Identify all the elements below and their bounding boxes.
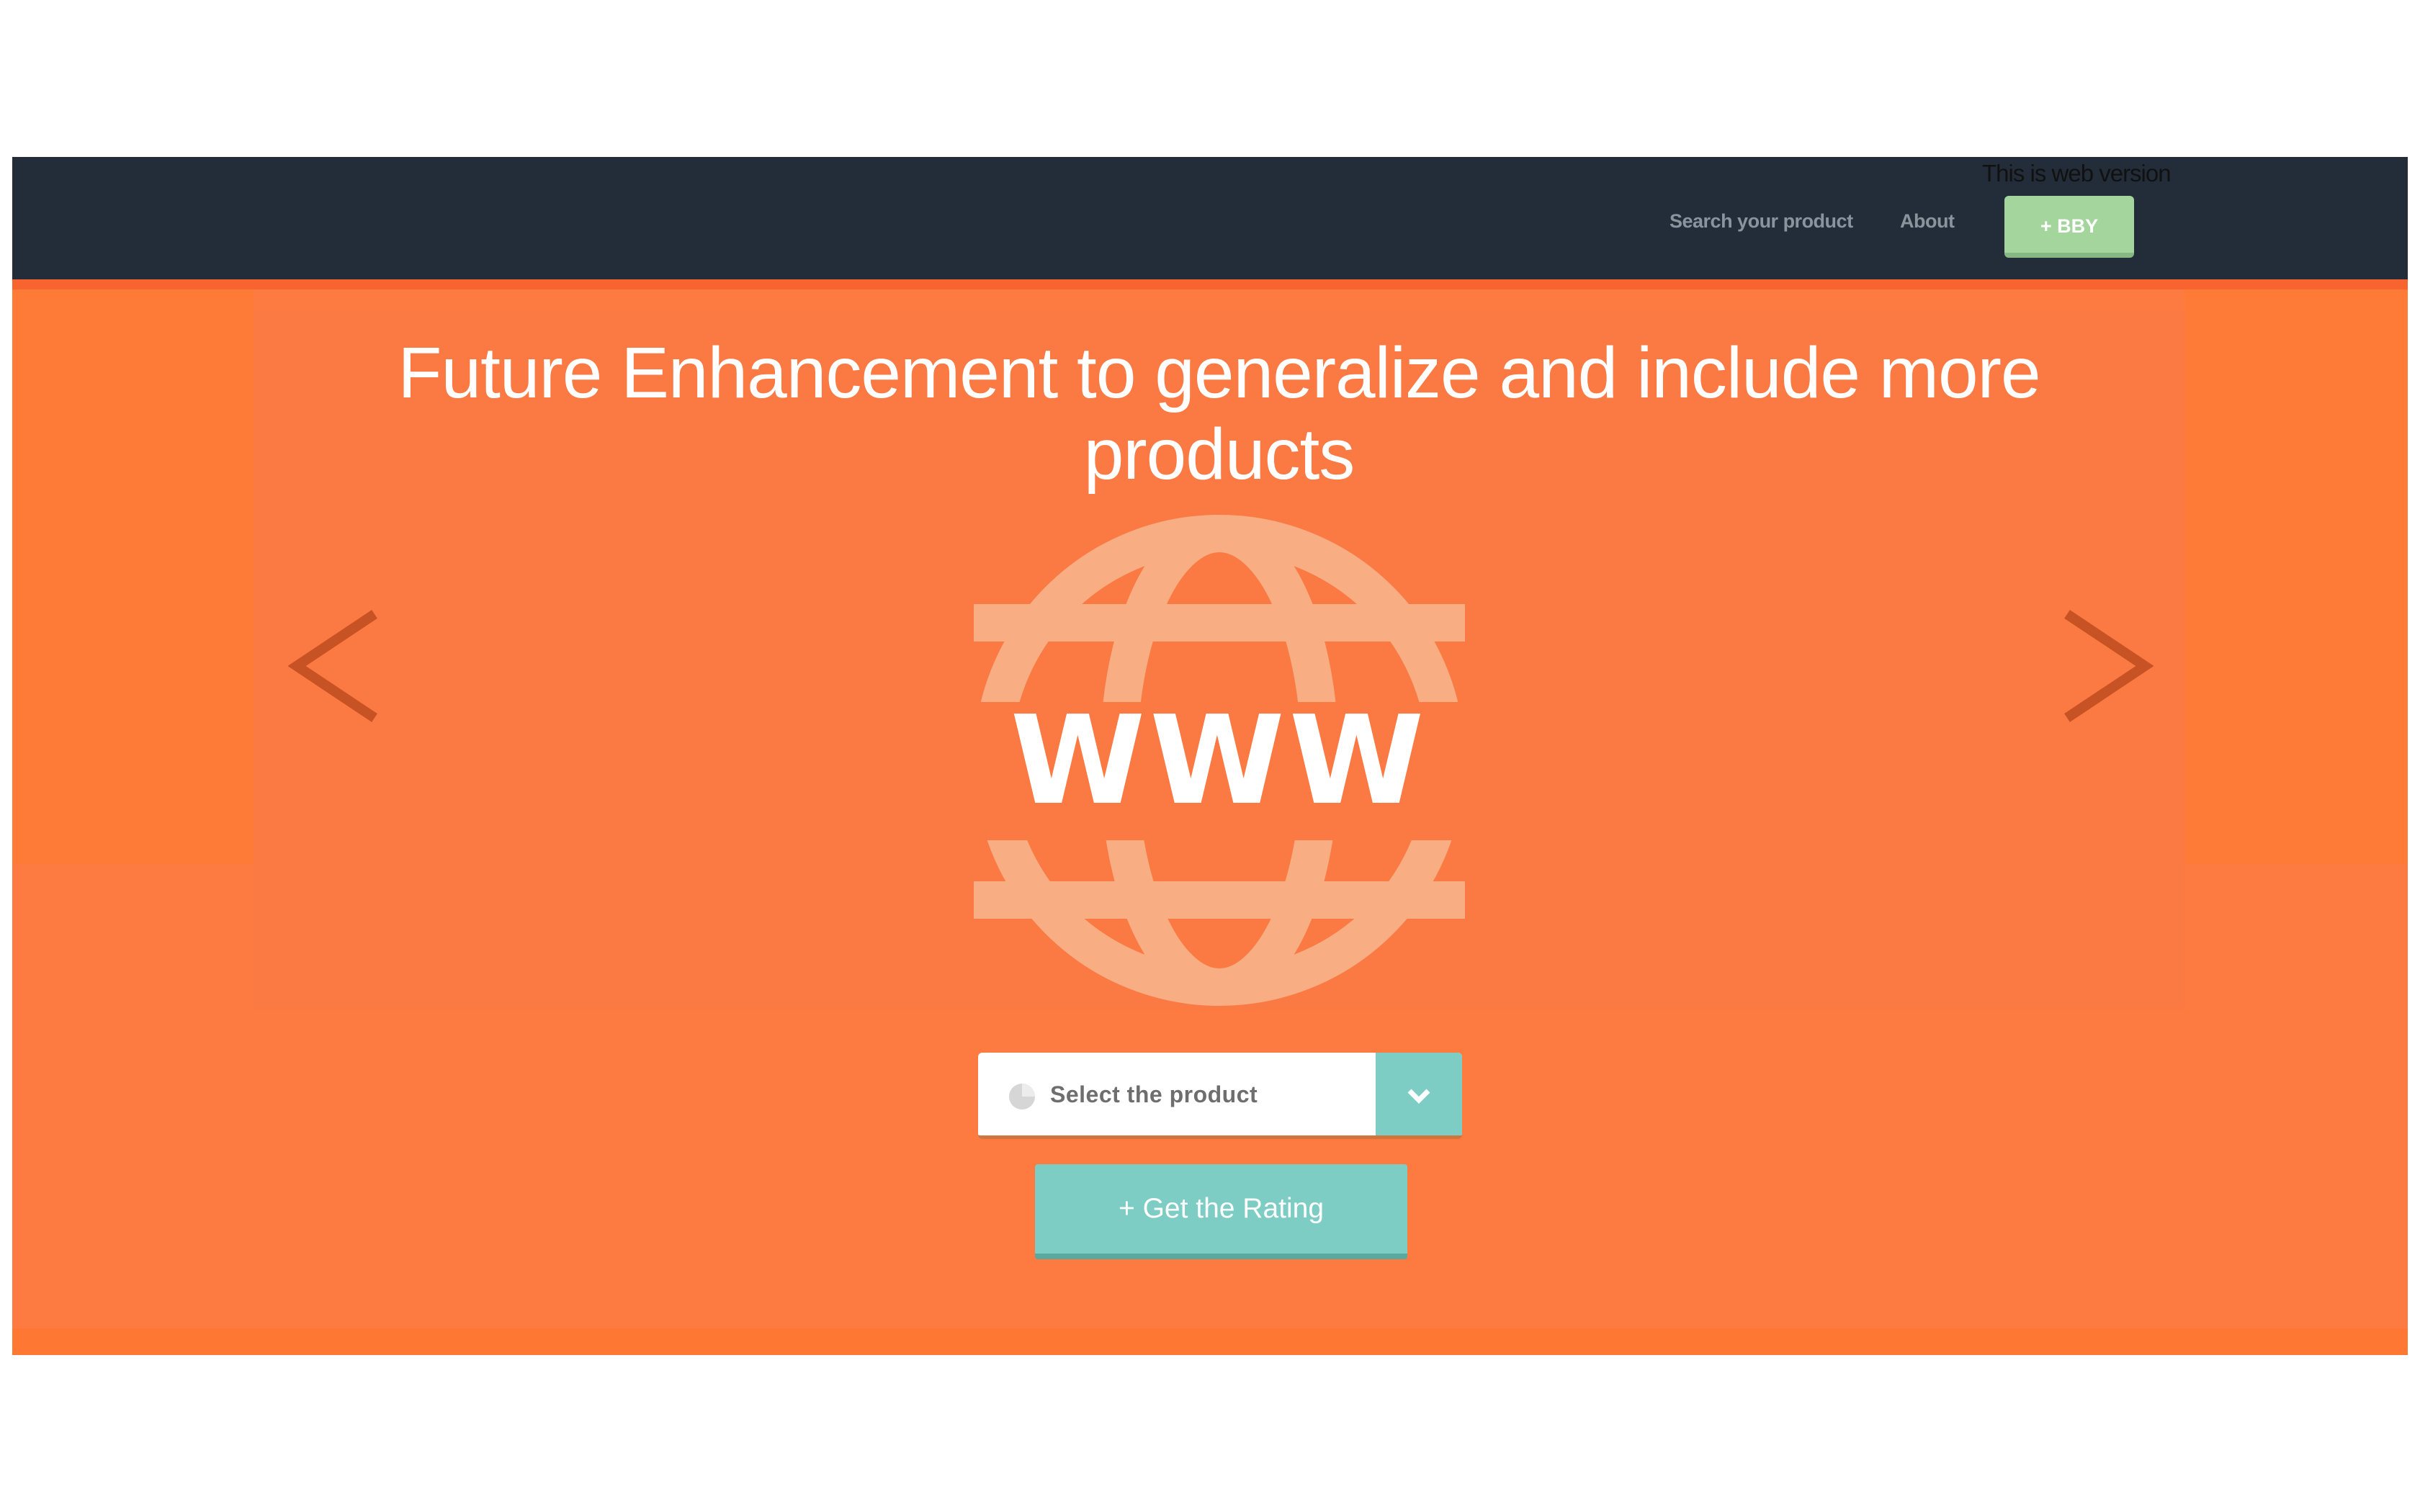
carousel-left-panel (12, 289, 254, 864)
web-version-notice: This is web version (1982, 160, 2172, 186)
www-text: WWW (1010, 690, 1429, 832)
get-rating-button[interactable]: + Get the Rating (1035, 1164, 1407, 1259)
product-select-placeholder: Select the product (1050, 1081, 1258, 1107)
nav-link-about[interactable]: About (1900, 210, 1955, 233)
product-select[interactable]: Select the product (978, 1053, 1462, 1139)
hero-headline: Future Enhancement to generalize and inc… (398, 333, 2040, 495)
product-select-toggle[interactable] (1376, 1053, 1462, 1135)
chevron-down-icon (1407, 1089, 1430, 1104)
carousel-right-panel (2184, 289, 2408, 864)
hero-bottom-strip (12, 1328, 2408, 1355)
chevron-right-icon (2064, 610, 2154, 722)
bby-button[interactable]: + BBY (2004, 196, 2134, 258)
www-globe-icon: WWW (974, 515, 1465, 1006)
page: This is web version Search your product … (0, 0, 2420, 1512)
nav-link-search[interactable]: Search your product (1670, 210, 1853, 233)
pie-chart-icon (1009, 1084, 1035, 1110)
carousel-next-button[interactable] (2060, 608, 2154, 724)
chevron-left-icon (287, 610, 377, 722)
carousel-prev-button[interactable] (287, 608, 382, 724)
